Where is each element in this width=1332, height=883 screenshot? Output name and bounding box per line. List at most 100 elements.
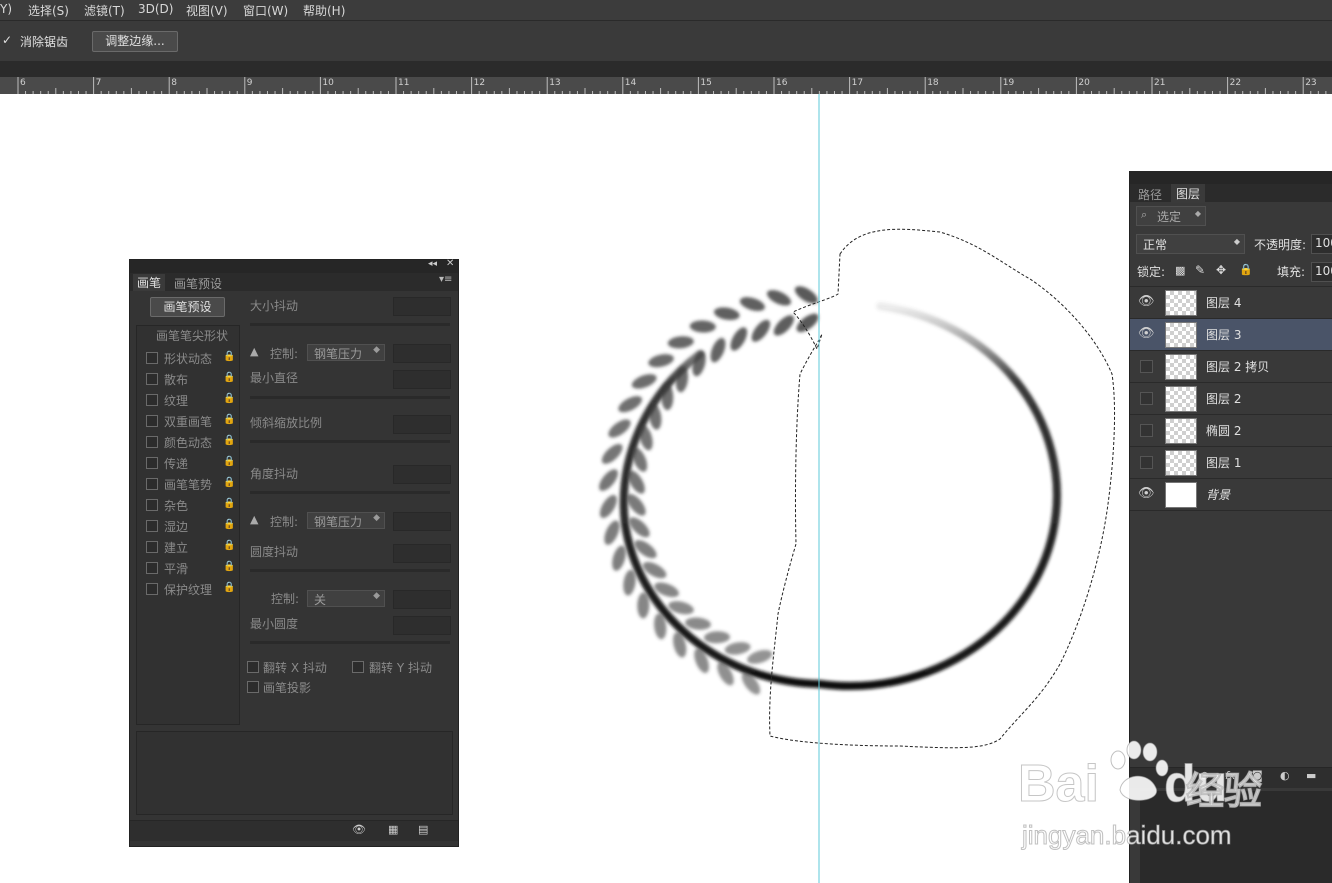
lock-all-icon[interactable]: 🔒 — [1239, 263, 1253, 276]
menu-3d[interactable]: 3D(D) — [138, 2, 173, 16]
visibility-toggle[interactable] — [1140, 360, 1153, 373]
adjustment-layer-icon[interactable]: ◐ — [1280, 769, 1290, 782]
layer-row[interactable]: 👁 背景 — [1130, 479, 1332, 511]
brush-option-item[interactable]: 传递 🔒 — [137, 453, 238, 473]
angle-jitter-slider[interactable] — [250, 491, 450, 494]
lock-brush-icon[interactable]: ✎ — [1195, 263, 1205, 277]
lock-icon[interactable]: 🔒 — [223, 372, 235, 383]
lock-icon[interactable]: 🔒 — [223, 540, 235, 551]
fill-field[interactable]: 100 — [1311, 262, 1332, 282]
eye-icon[interactable]: 👁 — [1138, 486, 1155, 502]
lock-icon[interactable]: 🔒 — [223, 393, 235, 404]
brush-option-item[interactable]: 杂色 🔒 — [137, 495, 238, 515]
brush-option-checkbox[interactable] — [146, 436, 158, 448]
brush-option-item[interactable]: 形状动态 🔒 — [137, 348, 238, 368]
menu-partial[interactable]: Y) — [0, 2, 12, 16]
control-field-1[interactable] — [393, 344, 451, 363]
lock-icon[interactable]: 🔒 — [223, 477, 235, 488]
layer-row[interactable]: 👁 图层 3 — [1130, 319, 1332, 351]
menu-view[interactable]: 视图(V) — [186, 2, 228, 19]
eye-icon[interactable]: 👁 — [1138, 326, 1155, 342]
tilt-scale-field[interactable] — [393, 415, 451, 434]
roundness-jitter-slider[interactable] — [250, 569, 450, 572]
tab-paths[interactable]: 路径 — [1138, 186, 1162, 203]
tab-brush-presets[interactable]: 画笔预设 — [174, 275, 222, 292]
brush-option-checkbox[interactable] — [146, 520, 158, 532]
eye-icon[interactable]: 👁 — [1138, 294, 1155, 310]
min-diameter-field[interactable] — [393, 370, 451, 389]
lock-icon[interactable]: 🔒 — [223, 498, 235, 509]
brush-option-item[interactable]: 保护纹理 🔒 — [137, 579, 238, 599]
new-group-icon[interactable]: ▬ — [1306, 769, 1316, 782]
menu-help[interactable]: 帮助(H) — [303, 2, 345, 19]
lock-icon[interactable]: 🔒 — [223, 435, 235, 446]
brush-option-checkbox[interactable] — [146, 499, 158, 511]
refine-edge-button[interactable]: 调整边缘... — [92, 31, 178, 52]
panel-menu-icon[interactable]: ▾≡ — [439, 274, 452, 285]
layer-row[interactable]: 图层 1 — [1130, 447, 1332, 479]
brush-option-item[interactable]: 建立 🔒 — [137, 537, 238, 557]
antialias-checkbox[interactable]: ✓ — [2, 33, 12, 47]
lock-icon[interactable]: 🔒 — [223, 456, 235, 467]
lock-icon[interactable]: 🔒 — [223, 351, 235, 362]
lock-icon[interactable]: 🔒 — [223, 561, 235, 572]
brush-option-item[interactable]: 湿边 🔒 — [137, 516, 238, 536]
min-roundness-field[interactable] — [393, 616, 451, 635]
brush-option-item[interactable]: 平滑 🔒 — [137, 558, 238, 578]
layer-filter-select[interactable]: ⌕ 选定 ◆ — [1136, 206, 1206, 226]
layer-row[interactable]: 椭圆 2 — [1130, 415, 1332, 447]
control-select-2[interactable]: 钢笔压力 ◆ — [307, 512, 385, 529]
brush-option-checkbox[interactable] — [146, 373, 158, 385]
control-select-3[interactable]: 关 ◆ — [307, 590, 385, 607]
layer-row[interactable]: 图层 2 拷贝 — [1130, 351, 1332, 383]
menu-filter[interactable]: 滤镜(T) — [84, 2, 125, 19]
size-jitter-slider[interactable] — [250, 323, 450, 326]
brush-option-item[interactable]: 双重画笔 🔒 — [137, 411, 238, 431]
control-field-3[interactable] — [393, 590, 451, 609]
lock-icon[interactable]: 🔒 — [223, 414, 235, 425]
angle-jitter-field[interactable] — [393, 465, 451, 484]
visibility-toggle[interactable] — [1140, 392, 1153, 405]
flip-y-checkbox[interactable] — [352, 661, 364, 673]
open-preset-manager-icon[interactable]: ▦ — [388, 823, 398, 836]
min-diameter-slider[interactable] — [250, 396, 450, 399]
control-select-1[interactable]: 钢笔压力 ◆ — [307, 344, 385, 361]
min-roundness-slider[interactable] — [250, 641, 450, 644]
brush-option-checkbox[interactable] — [146, 352, 158, 364]
visibility-toggle[interactable] — [1140, 424, 1153, 437]
visibility-toggle[interactable] — [1140, 456, 1153, 469]
brush-option-checkbox[interactable] — [146, 541, 158, 553]
menu-select[interactable]: 选择(S) — [28, 2, 69, 19]
brush-presets-button[interactable]: 画笔预设 — [150, 297, 225, 317]
brush-projection-checkbox[interactable] — [247, 681, 259, 693]
brush-option-item[interactable]: 画笔笔势 🔒 — [137, 474, 238, 494]
layer-row[interactable]: 👁 图层 4 — [1130, 287, 1332, 319]
flip-x-checkbox[interactable] — [247, 661, 259, 673]
toggle-live-tip-icon[interactable]: 👁 — [352, 823, 366, 836]
brush-option-checkbox[interactable] — [146, 394, 158, 406]
brush-panel-titlebar[interactable]: ◂◂ ✕ — [130, 258, 458, 273]
brush-option-checkbox[interactable] — [146, 415, 158, 427]
blend-mode-select[interactable]: 正常 ◆ — [1136, 234, 1245, 254]
brush-option-item[interactable]: 散布 🔒 — [137, 369, 238, 389]
brush-option-item[interactable]: 颜色动态 🔒 — [137, 432, 238, 452]
menu-window[interactable]: 窗口(W) — [243, 2, 288, 19]
layer-row[interactable]: 图层 2 — [1130, 383, 1332, 415]
lock-transparent-icon[interactable]: ▩ — [1175, 264, 1185, 277]
create-new-brush-icon[interactable]: ▤ — [418, 823, 428, 836]
layers-panel-titlebar[interactable] — [1130, 171, 1332, 184]
lock-icon[interactable]: 🔒 — [223, 582, 235, 593]
control-field-2[interactable] — [393, 512, 451, 531]
collapse-icon[interactable]: ◂◂ — [428, 259, 437, 269]
brush-option-checkbox[interactable] — [146, 457, 158, 469]
size-jitter-field[interactable] — [393, 297, 451, 316]
brush-option-checkbox[interactable] — [146, 562, 158, 574]
brush-tip-shape-item[interactable]: 画笔笔尖形状 — [156, 327, 228, 344]
brush-option-item[interactable]: 纹理 🔒 — [137, 390, 238, 410]
tab-brush[interactable]: 画笔 — [133, 274, 166, 291]
tilt-scale-slider[interactable] — [250, 440, 450, 443]
opacity-field[interactable]: 100 — [1311, 234, 1332, 254]
close-icon[interactable]: ✕ — [446, 258, 454, 269]
lock-position-icon[interactable]: ✥ — [1216, 263, 1226, 277]
brush-option-checkbox[interactable] — [146, 583, 158, 595]
